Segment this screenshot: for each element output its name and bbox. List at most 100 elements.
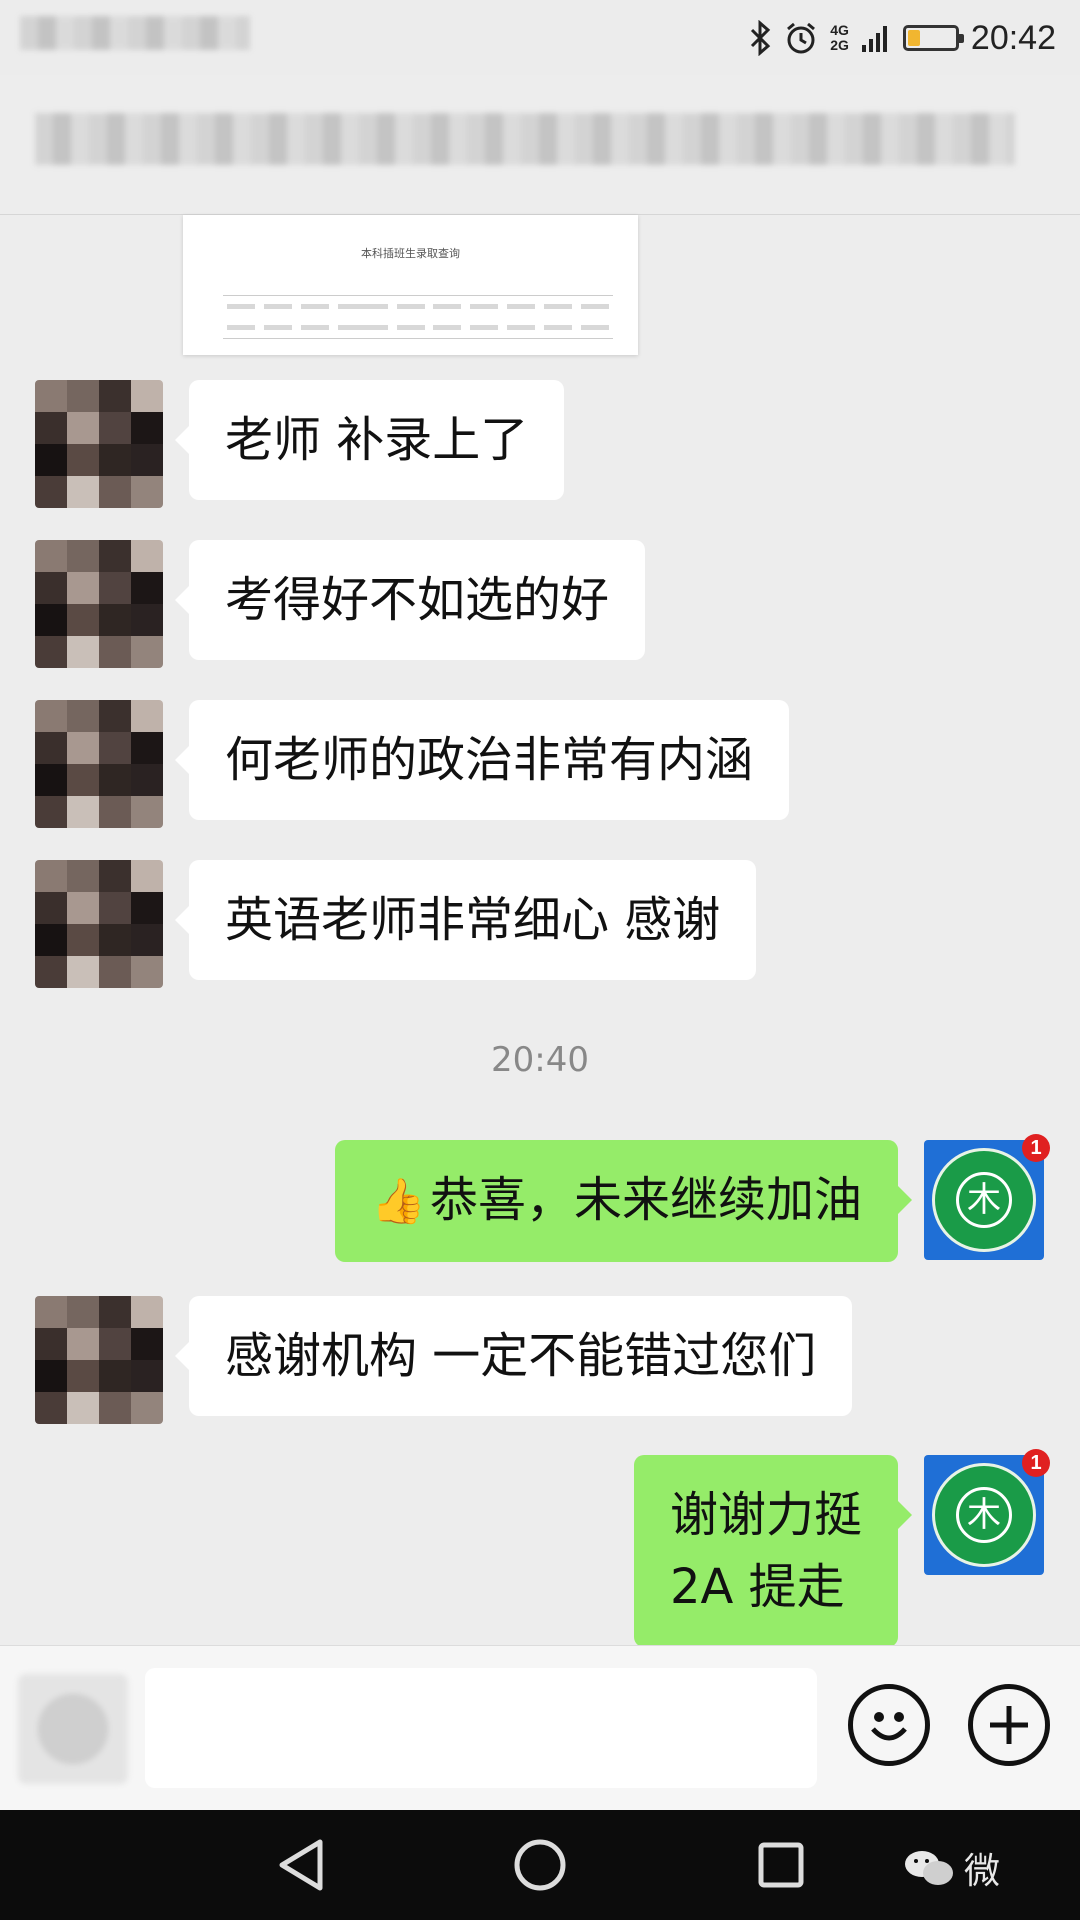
avatar-pixel bbox=[99, 732, 131, 764]
avatar-pixel bbox=[67, 636, 99, 668]
status-indicators: 4G 2G 20:42 bbox=[748, 14, 1056, 62]
avatar-pixel bbox=[67, 892, 99, 924]
avatar-pixel bbox=[131, 1328, 163, 1360]
avatar-pixel bbox=[131, 636, 163, 668]
avatar-pixel bbox=[35, 540, 67, 572]
message-input[interactable] bbox=[145, 1668, 817, 1788]
contact-avatar[interactable] bbox=[35, 700, 163, 828]
wechat-logo-icon bbox=[904, 1851, 953, 1885]
avatar-pixel bbox=[67, 412, 99, 444]
back-button[interactable] bbox=[268, 1832, 334, 1898]
self-avatar[interactable]: 木 1 bbox=[924, 1449, 1050, 1575]
avatar-pixel bbox=[131, 700, 163, 732]
notification-badge: 1 bbox=[1022, 1449, 1050, 1477]
avatar-pixel bbox=[131, 892, 163, 924]
message-text: 恭喜，未来继续加油 bbox=[429, 1172, 862, 1228]
recents-button[interactable] bbox=[748, 1832, 814, 1898]
avatar-pixel bbox=[131, 1360, 163, 1392]
message-row: 谢谢力挺 2A 提走 木 1 bbox=[633, 1449, 1050, 1647]
avatar-pixel bbox=[99, 1392, 131, 1424]
self-avatar[interactable]: 木 1 bbox=[924, 1134, 1050, 1260]
blurred-carrier-info bbox=[20, 16, 250, 50]
contact-avatar[interactable] bbox=[35, 540, 163, 668]
avatar-pixel bbox=[131, 924, 163, 956]
battery-icon bbox=[902, 25, 964, 51]
image-message-title: 本科插班生录取查询 bbox=[361, 247, 460, 260]
contact-avatar[interactable] bbox=[35, 380, 163, 508]
avatar-pixel bbox=[67, 1392, 99, 1424]
avatar-pixel bbox=[99, 540, 131, 572]
contact-avatar[interactable] bbox=[35, 1296, 163, 1424]
avatar-pixel bbox=[131, 412, 163, 444]
avatar-pixel bbox=[67, 796, 99, 828]
avatar-pixel bbox=[35, 956, 67, 988]
message-row: 何老师的政治非常有内涵 bbox=[35, 700, 790, 828]
input-bar bbox=[0, 1645, 1080, 1810]
smiley-icon bbox=[871, 1712, 907, 1741]
logo-seal-icon: 木 bbox=[932, 1463, 1036, 1567]
avatar-pixel bbox=[35, 796, 67, 828]
avatar-pixel bbox=[99, 956, 131, 988]
thumbs-up-icon: 👍 bbox=[371, 1176, 426, 1227]
home-button[interactable] bbox=[507, 1832, 573, 1898]
time-separator: 20:40 bbox=[491, 1040, 589, 1080]
avatar-pixel bbox=[99, 892, 131, 924]
avatar-pixel bbox=[35, 924, 67, 956]
message-bubble[interactable]: 英语老师非常细心 感谢 bbox=[174, 860, 757, 980]
status-bar: 4G 2G 20:42 bbox=[0, 0, 1080, 75]
avatar-pixel bbox=[35, 1392, 67, 1424]
avatar-pixel bbox=[131, 444, 163, 476]
avatar-pixel bbox=[99, 1328, 131, 1360]
avatar-pixel bbox=[131, 796, 163, 828]
avatar-pixel bbox=[99, 1360, 131, 1392]
more-button[interactable] bbox=[968, 1684, 1050, 1766]
avatar-pixel bbox=[35, 764, 67, 796]
image-message-table bbox=[223, 295, 613, 339]
avatar-pixel bbox=[67, 700, 99, 732]
message-bubble[interactable]: 谢谢力挺 2A 提走 bbox=[633, 1455, 913, 1647]
bluetooth-icon bbox=[751, 20, 771, 56]
avatar-pixel bbox=[35, 636, 67, 668]
contact-avatar[interactable] bbox=[35, 860, 163, 988]
message-row: 感谢机构 一定不能错过您们 bbox=[35, 1296, 853, 1424]
message-bubble[interactable]: 何老师的政治非常有内涵 bbox=[174, 700, 790, 820]
avatar-pixel bbox=[99, 1296, 131, 1328]
avatar-pixel bbox=[99, 796, 131, 828]
avatar-pixel bbox=[99, 380, 131, 412]
status-time: 20:42 bbox=[970, 18, 1056, 57]
avatar-pixel bbox=[131, 764, 163, 796]
watermark: 微 bbox=[904, 1842, 1000, 1894]
image-message[interactable]: 本科插班生录取查询 bbox=[183, 215, 638, 355]
avatar-pixel bbox=[35, 700, 67, 732]
avatar-pixel bbox=[67, 476, 99, 508]
avatar-pixel bbox=[67, 540, 99, 572]
voice-input-button[interactable] bbox=[18, 1674, 128, 1784]
avatar-pixel bbox=[99, 860, 131, 892]
avatar-pixel bbox=[131, 956, 163, 988]
message-bubble[interactable]: 考得好不如选的好 bbox=[174, 540, 646, 660]
system-nav-bar: 微 bbox=[0, 1810, 1080, 1920]
avatar-pixel bbox=[35, 892, 67, 924]
message-bubble[interactable]: 感谢机构 一定不能错过您们 bbox=[174, 1296, 853, 1416]
message-bubble[interactable]: 老师 补录上了 bbox=[174, 380, 565, 500]
avatar-pixel bbox=[99, 572, 131, 604]
avatar-pixel bbox=[35, 732, 67, 764]
blurred-chat-title bbox=[35, 113, 1015, 165]
avatar-pixel bbox=[99, 412, 131, 444]
avatar-pixel bbox=[131, 860, 163, 892]
avatar-pixel bbox=[35, 1328, 67, 1360]
avatar-pixel bbox=[67, 860, 99, 892]
avatar-pixel bbox=[67, 380, 99, 412]
signal-icon bbox=[861, 26, 887, 52]
avatar-pixel bbox=[99, 604, 131, 636]
home-circle-icon bbox=[514, 1839, 566, 1891]
plus-icon bbox=[990, 1706, 1028, 1744]
network-type: 4G 2G bbox=[830, 22, 849, 53]
avatar-pixel bbox=[131, 380, 163, 412]
alarm-icon bbox=[787, 22, 816, 54]
emoji-button[interactable] bbox=[848, 1684, 930, 1766]
avatar-pixel bbox=[67, 764, 99, 796]
avatar-pixel bbox=[99, 476, 131, 508]
avatar-pixel bbox=[67, 924, 99, 956]
message-bubble[interactable]: 👍恭喜，未来继续加油 bbox=[335, 1140, 912, 1262]
